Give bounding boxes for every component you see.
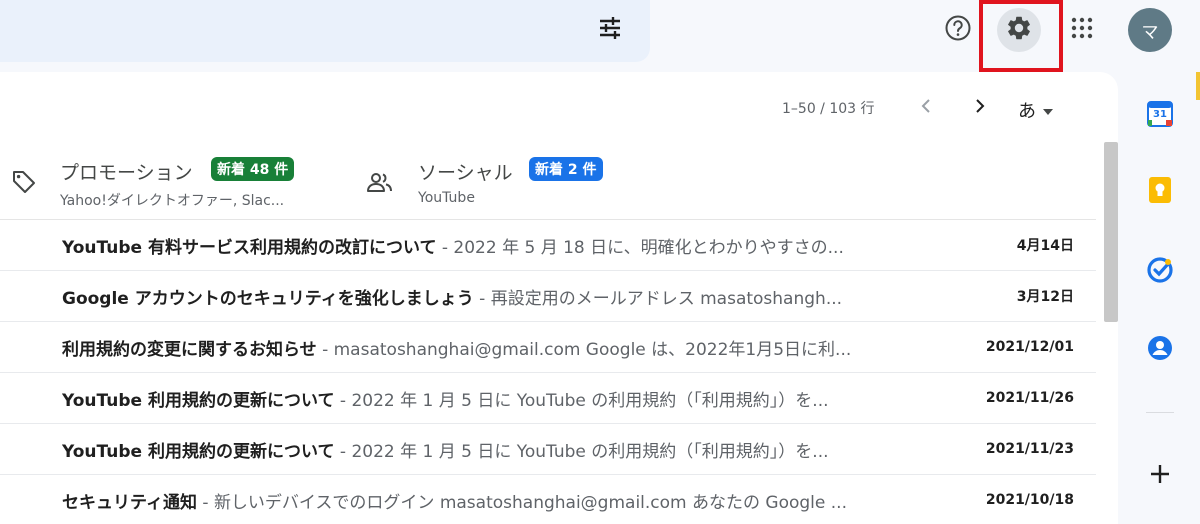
contacts-button[interactable] [1144, 334, 1176, 366]
keep-icon [1148, 176, 1172, 208]
tasks-button[interactable] [1144, 256, 1176, 288]
tab-promotions-label: プロモーション [60, 162, 193, 184]
email-summary: YouTube 利用規約の更新について - 2022 年 1 月 5 日に Yo… [62, 386, 942, 411]
email-date: 2021/11/23 [985, 441, 1074, 457]
tab-social-badge: 新着 2 件 [529, 157, 603, 181]
calendar-button[interactable]: 31 [1144, 98, 1176, 130]
email-date: 2021/10/18 [985, 492, 1074, 508]
tag-icon [10, 168, 38, 196]
caret-down-icon [1042, 100, 1054, 121]
email-subject: セキュリティ通知 [62, 492, 197, 513]
chevron-left-icon [920, 98, 932, 118]
email-subject: YouTube 利用規約の更新について [62, 390, 335, 411]
tab-social-label: ソーシャル [418, 162, 513, 184]
separator: - [202, 492, 214, 513]
tab-promotions[interactable]: プロモーション 新着 48 件 Yahoo!ダイレクトオファー, Slac... [0, 140, 350, 220]
calendar-day: 31 [1153, 109, 1167, 120]
tab-social[interactable]: ソーシャル 新着 2 件 YouTube [358, 140, 718, 220]
side-panel-divider [1146, 412, 1174, 413]
get-addons-button[interactable] [1144, 460, 1176, 492]
email-subject: YouTube 有料サービス利用規約の改訂について [62, 237, 437, 258]
people-icon [366, 168, 394, 196]
separator: - [339, 441, 352, 462]
keep-button[interactable] [1144, 176, 1176, 208]
apps-grid-icon [1070, 16, 1094, 44]
input-tools-button[interactable]: あ [1018, 96, 1074, 124]
email-date: 3月12日 [1016, 289, 1074, 305]
older-page-button[interactable] [966, 94, 994, 122]
tasks-icon [1147, 257, 1173, 287]
email-snippet: 2022 年 1 月 5 日に YouTube の利用規約（「利用規約」）を..… [351, 390, 829, 411]
tab-social-senders: YouTube [418, 190, 475, 206]
contacts-icon [1147, 335, 1173, 365]
email-summary: セキュリティ通知 - 新しいデバイスでのログイン masatoshanghai@… [62, 488, 942, 513]
help-button[interactable] [936, 8, 980, 52]
tab-promotions-senders: Yahoo!ダイレクトオファー, Slac... [60, 193, 285, 209]
calendar-icon: 31 [1147, 101, 1173, 127]
email-snippet: masatoshanghai@gmail.com Google は、2022年1… [333, 339, 852, 360]
email-snippet: 2022 年 1 月 5 日に YouTube の利用規約（「利用規約」）を..… [351, 441, 829, 462]
separator: - [479, 288, 491, 309]
email-summary: Google アカウントのセキュリティを強化しましょう - 再設定用のメールアド… [62, 284, 942, 309]
chevron-right-icon [974, 98, 986, 118]
email-list: YouTube 有料サービス利用規約の改訂について - 2022 年 5 月 1… [0, 220, 1096, 524]
newer-page-button[interactable] [912, 94, 940, 122]
email-row[interactable]: YouTube 利用規約の更新について - 2022 年 1 月 5 日に Yo… [0, 424, 1096, 475]
email-summary: YouTube 利用規約の更新について - 2022 年 1 月 5 日に Yo… [62, 437, 942, 462]
email-snippet: 2022 年 5 月 18 日に、明確化とわかりやすさの... [453, 237, 844, 258]
email-summary: 利用規約の変更に関するお知らせ - masatoshanghai@gmail.c… [62, 335, 942, 360]
email-date: 2021/12/01 [985, 339, 1074, 355]
email-date: 2021/11/26 [985, 390, 1074, 406]
input-tool-char: あ [1018, 101, 1036, 122]
settings-button[interactable] [997, 8, 1041, 52]
plus-icon [1149, 463, 1171, 489]
search-options-button[interactable] [592, 12, 628, 48]
list-scrollbar-thumb[interactable] [1104, 142, 1118, 322]
separator: - [339, 390, 352, 411]
email-subject: YouTube 利用規約の更新について [62, 441, 335, 462]
search-bar [0, 0, 650, 62]
separator: - [441, 237, 454, 258]
avatar-initial: マ [1141, 22, 1159, 43]
email-subject: 利用規約の変更に関するお知らせ [62, 339, 317, 360]
email-row[interactable]: YouTube 有料サービス利用規約の改訂について - 2022 年 5 月 1… [0, 220, 1096, 271]
tab-promotions-badge: 新着 48 件 [211, 157, 295, 181]
email-date: 4月14日 [1016, 238, 1074, 254]
email-row[interactable]: セキュリティ通知 - 新しいデバイスでのログイン masatoshanghai@… [0, 475, 1096, 524]
pagination-text: 1–50 / 103 行 [782, 101, 875, 117]
email-row[interactable]: 利用規約の変更に関するお知らせ - masatoshanghai@gmail.c… [0, 322, 1096, 373]
email-subject: Google アカウントのセキュリティを強化しましょう [62, 288, 474, 309]
email-snippet: 再設定用のメールアドレス masatoshangh... [490, 288, 843, 309]
email-row[interactable]: YouTube 利用規約の更新について - 2022 年 1 月 5 日に Yo… [0, 373, 1096, 424]
account-avatar[interactable]: マ [1128, 8, 1172, 52]
tune-icon [597, 16, 623, 44]
side-panel: 31 [1128, 72, 1200, 524]
email-row[interactable]: Google アカウントのセキュリティを強化しましょう - 再設定用のメールアド… [0, 271, 1096, 322]
list-toolbar: 1–50 / 103 行 あ [0, 72, 1100, 138]
separator: - [322, 339, 334, 360]
mail-list-panel: 1–50 / 103 行 あ プロモーション 新着 48 件 Yahoo!ダイレ… [0, 72, 1118, 524]
help-icon [944, 14, 972, 46]
email-summary: YouTube 有料サービス利用規約の改訂について - 2022 年 5 月 1… [62, 233, 942, 258]
gear-icon [1005, 14, 1033, 46]
category-tabs: プロモーション 新着 48 件 Yahoo!ダイレクトオファー, Slac...… [0, 140, 1096, 220]
google-apps-button[interactable] [1060, 8, 1104, 52]
email-snippet: 新しいデバイスでのログイン masatoshanghai@gmail.com あ… [213, 492, 847, 513]
